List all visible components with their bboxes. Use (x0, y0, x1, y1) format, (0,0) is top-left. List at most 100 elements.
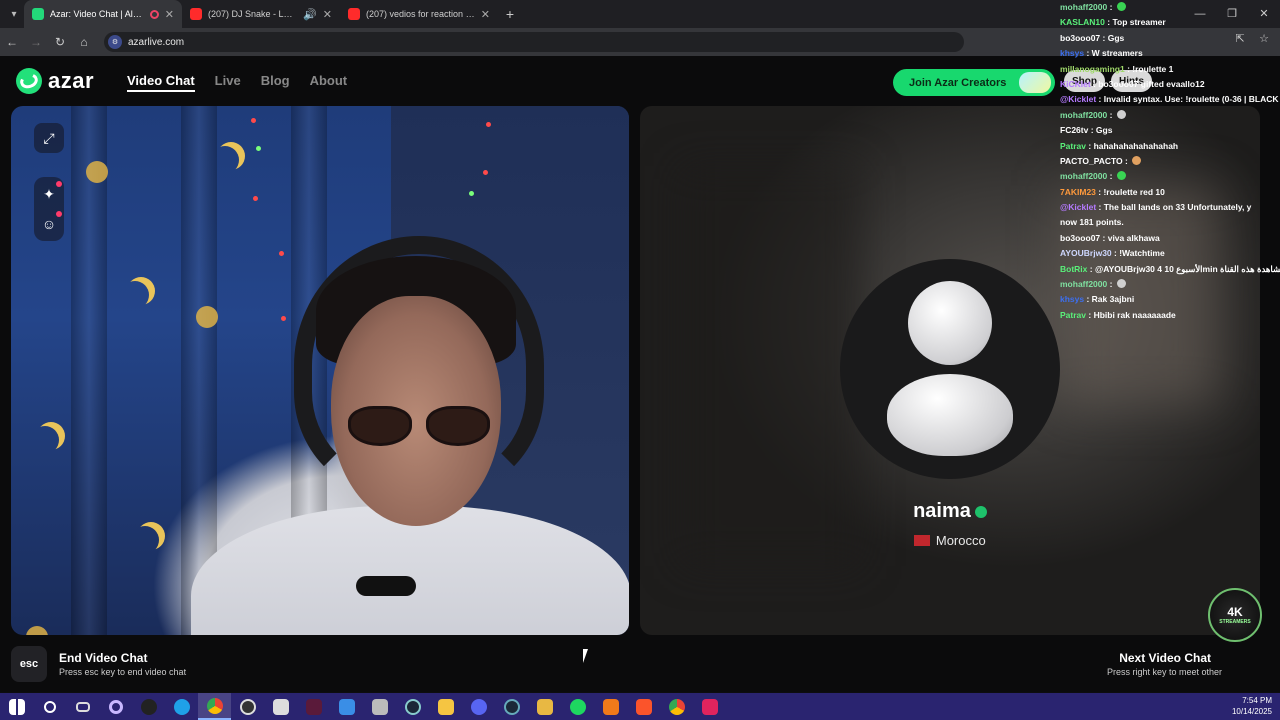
chat-emote-icon (1116, 109, 1126, 119)
chat-emote-icon (1116, 171, 1126, 181)
chat-message: FC26tv : Ggs (1060, 123, 1280, 138)
chat-username[interactable]: bo3ooo07 (1060, 233, 1100, 243)
obs-icon[interactable] (231, 693, 264, 720)
moon-pattern (121, 281, 149, 309)
home-icon[interactable]: ⌂ (72, 35, 96, 49)
chat-username[interactable]: mohaff2000 (1060, 2, 1107, 12)
discord-icon[interactable] (462, 693, 495, 720)
back-icon[interactable]: ← (0, 35, 24, 49)
close-tab-icon[interactable]: ✕ (323, 8, 332, 21)
chat-username[interactable]: BotRix (1060, 264, 1087, 274)
app-g-icon[interactable] (132, 693, 165, 720)
windows-taskbar: 7:54 PM 10/14/2025 (0, 693, 1280, 720)
chat-username[interactable]: Patrav (1060, 141, 1086, 151)
chat-username[interactable]: khsys (1060, 294, 1084, 304)
steam-icon-2[interactable] (495, 693, 528, 720)
creators-badge-icon (1019, 72, 1051, 93)
tab-search-icon[interactable]: ▾ (4, 4, 24, 24)
sunglasses (348, 406, 498, 448)
app-k-icon[interactable] (297, 693, 330, 720)
chat-message: @Kicklet : Invalid syntax. Use: !roulett… (1060, 92, 1280, 107)
brave-icon[interactable] (627, 693, 660, 720)
nav-video-chat[interactable]: Video Chat (127, 73, 195, 92)
verified-icon (974, 505, 987, 518)
chat-text: Ggs (1095, 125, 1113, 136)
chat-message: bo3ooo07 : Ggs (1060, 31, 1280, 46)
search-icon[interactable] (33, 693, 66, 720)
chat-username[interactable]: KiCKlet (1060, 79, 1091, 89)
app-window-icon[interactable] (330, 693, 363, 720)
spotify-icon[interactable] (561, 693, 594, 720)
cortana-icon[interactable] (99, 693, 132, 720)
tab-youtube-1[interactable]: (207) DJ Snake - Let Me Lov 🔊 ✕ (182, 0, 340, 28)
chat-username[interactable]: bo3ooo07 (1060, 33, 1100, 43)
nav-blog[interactable]: Blog (261, 73, 290, 92)
effects-sparkle-icon[interactable]: ✦ (34, 179, 64, 209)
app-red-icon[interactable] (693, 693, 726, 720)
tab-azar[interactable]: Azar: Video Chat | Alternati ✕ (24, 0, 182, 28)
chrome-icon-2[interactable] (660, 693, 693, 720)
speaker-icon[interactable]: 🔊 (303, 8, 317, 21)
new-tab-button[interactable]: + (498, 6, 522, 22)
chat-username[interactable]: 7AKIM23 (1060, 187, 1096, 197)
chat-controls: esc End Video Chat Press esc key to end … (0, 642, 1280, 692)
end-chat-button[interactable]: esc (11, 646, 47, 682)
streamer-logo-text: 4K (1227, 605, 1243, 619)
chat-message: AYOUBrjw30 : !Watchtime (1060, 246, 1280, 261)
forward-icon[interactable]: → (24, 35, 48, 49)
address-bar[interactable]: ⚙ azarlive.com (104, 32, 964, 52)
effects-stack: ✦ ☺ (34, 177, 64, 241)
chat-username[interactable]: KASLAN10 (1060, 17, 1105, 27)
face-filter-icon[interactable]: ☺ (34, 209, 64, 239)
tab-youtube-2[interactable]: (207) vedios for reaction - YouT ✕ (340, 0, 498, 28)
close-tab-icon[interactable]: ✕ (165, 8, 174, 21)
system-clock[interactable]: 7:54 PM 10/14/2025 (1232, 695, 1272, 717)
chat-username[interactable]: Patrav (1060, 310, 1086, 320)
screen: ▾ Azar: Video Chat | Alternati ✕ (207) D… (0, 0, 1280, 720)
site-info-icon[interactable]: ⚙ (108, 35, 122, 49)
chat-username[interactable]: mohaff2000 (1060, 110, 1107, 120)
chat-username[interactable]: khsys (1060, 48, 1084, 58)
chat-username[interactable]: @Kicklet (1060, 94, 1096, 104)
end-chat-hint: Press esc key to end video chat (59, 667, 187, 677)
azar-logo-icon (16, 68, 42, 94)
nav-live[interactable]: Live (215, 73, 241, 92)
chat-username[interactable]: @Kicklet (1060, 202, 1096, 212)
chrome-icon[interactable] (198, 693, 231, 720)
chat-username[interactable]: PACTO_PACTO (1060, 156, 1123, 166)
peer-country: Morocco (640, 533, 1260, 548)
join-creators-button[interactable]: Join Azar Creators (893, 69, 1055, 96)
clock-date: 10/14/2025 (1231, 707, 1272, 716)
chat-username[interactable]: mohaff2000 (1060, 279, 1107, 289)
azar-logo[interactable]: azar (16, 68, 94, 94)
chat-username[interactable]: FC26tv (1060, 125, 1088, 135)
chat-text: W streamers (1091, 48, 1143, 59)
chat-text: !Watchtime (1119, 248, 1165, 259)
nav-about[interactable]: About (310, 73, 348, 92)
expand-icon[interactable]: ⤢ (34, 123, 64, 153)
steam-icon[interactable] (396, 693, 429, 720)
sun-pattern (86, 161, 108, 183)
chat-text: Ggs (1107, 32, 1125, 43)
folder-icon[interactable] (528, 693, 561, 720)
chat-username[interactable]: mohaff2000 (1060, 171, 1107, 181)
chat-username[interactable]: now 181 points. (1060, 217, 1124, 227)
close-tab-icon[interactable]: ✕ (481, 8, 490, 21)
start-icon[interactable] (0, 693, 33, 720)
app-controller-icon[interactable] (363, 693, 396, 720)
chat-text: !roulette red 10 (1103, 186, 1165, 197)
edge-icon[interactable] (165, 693, 198, 720)
task-view-icon[interactable] (66, 693, 99, 720)
next-chat-button[interactable]: Next Video Chat (1119, 651, 1211, 665)
app-mask-icon[interactable] (264, 693, 297, 720)
chat-username[interactable]: AYOUBrjw30 (1060, 248, 1112, 258)
chat-username[interactable]: millanogaming1 (1060, 64, 1125, 74)
chat-separator: : (1107, 171, 1115, 182)
main-nav: Video Chat Live Blog About (127, 73, 347, 92)
chat-message: khsys : Rak 3ajbni (1060, 292, 1280, 307)
reload-icon[interactable]: ↻ (48, 35, 72, 49)
file-explorer-icon[interactable] (429, 693, 462, 720)
chat-message: millanogaming1 : !roulette 1 (1060, 62, 1280, 77)
app-a-icon[interactable] (594, 693, 627, 720)
chat-message: mohaff2000 : (1060, 277, 1280, 292)
